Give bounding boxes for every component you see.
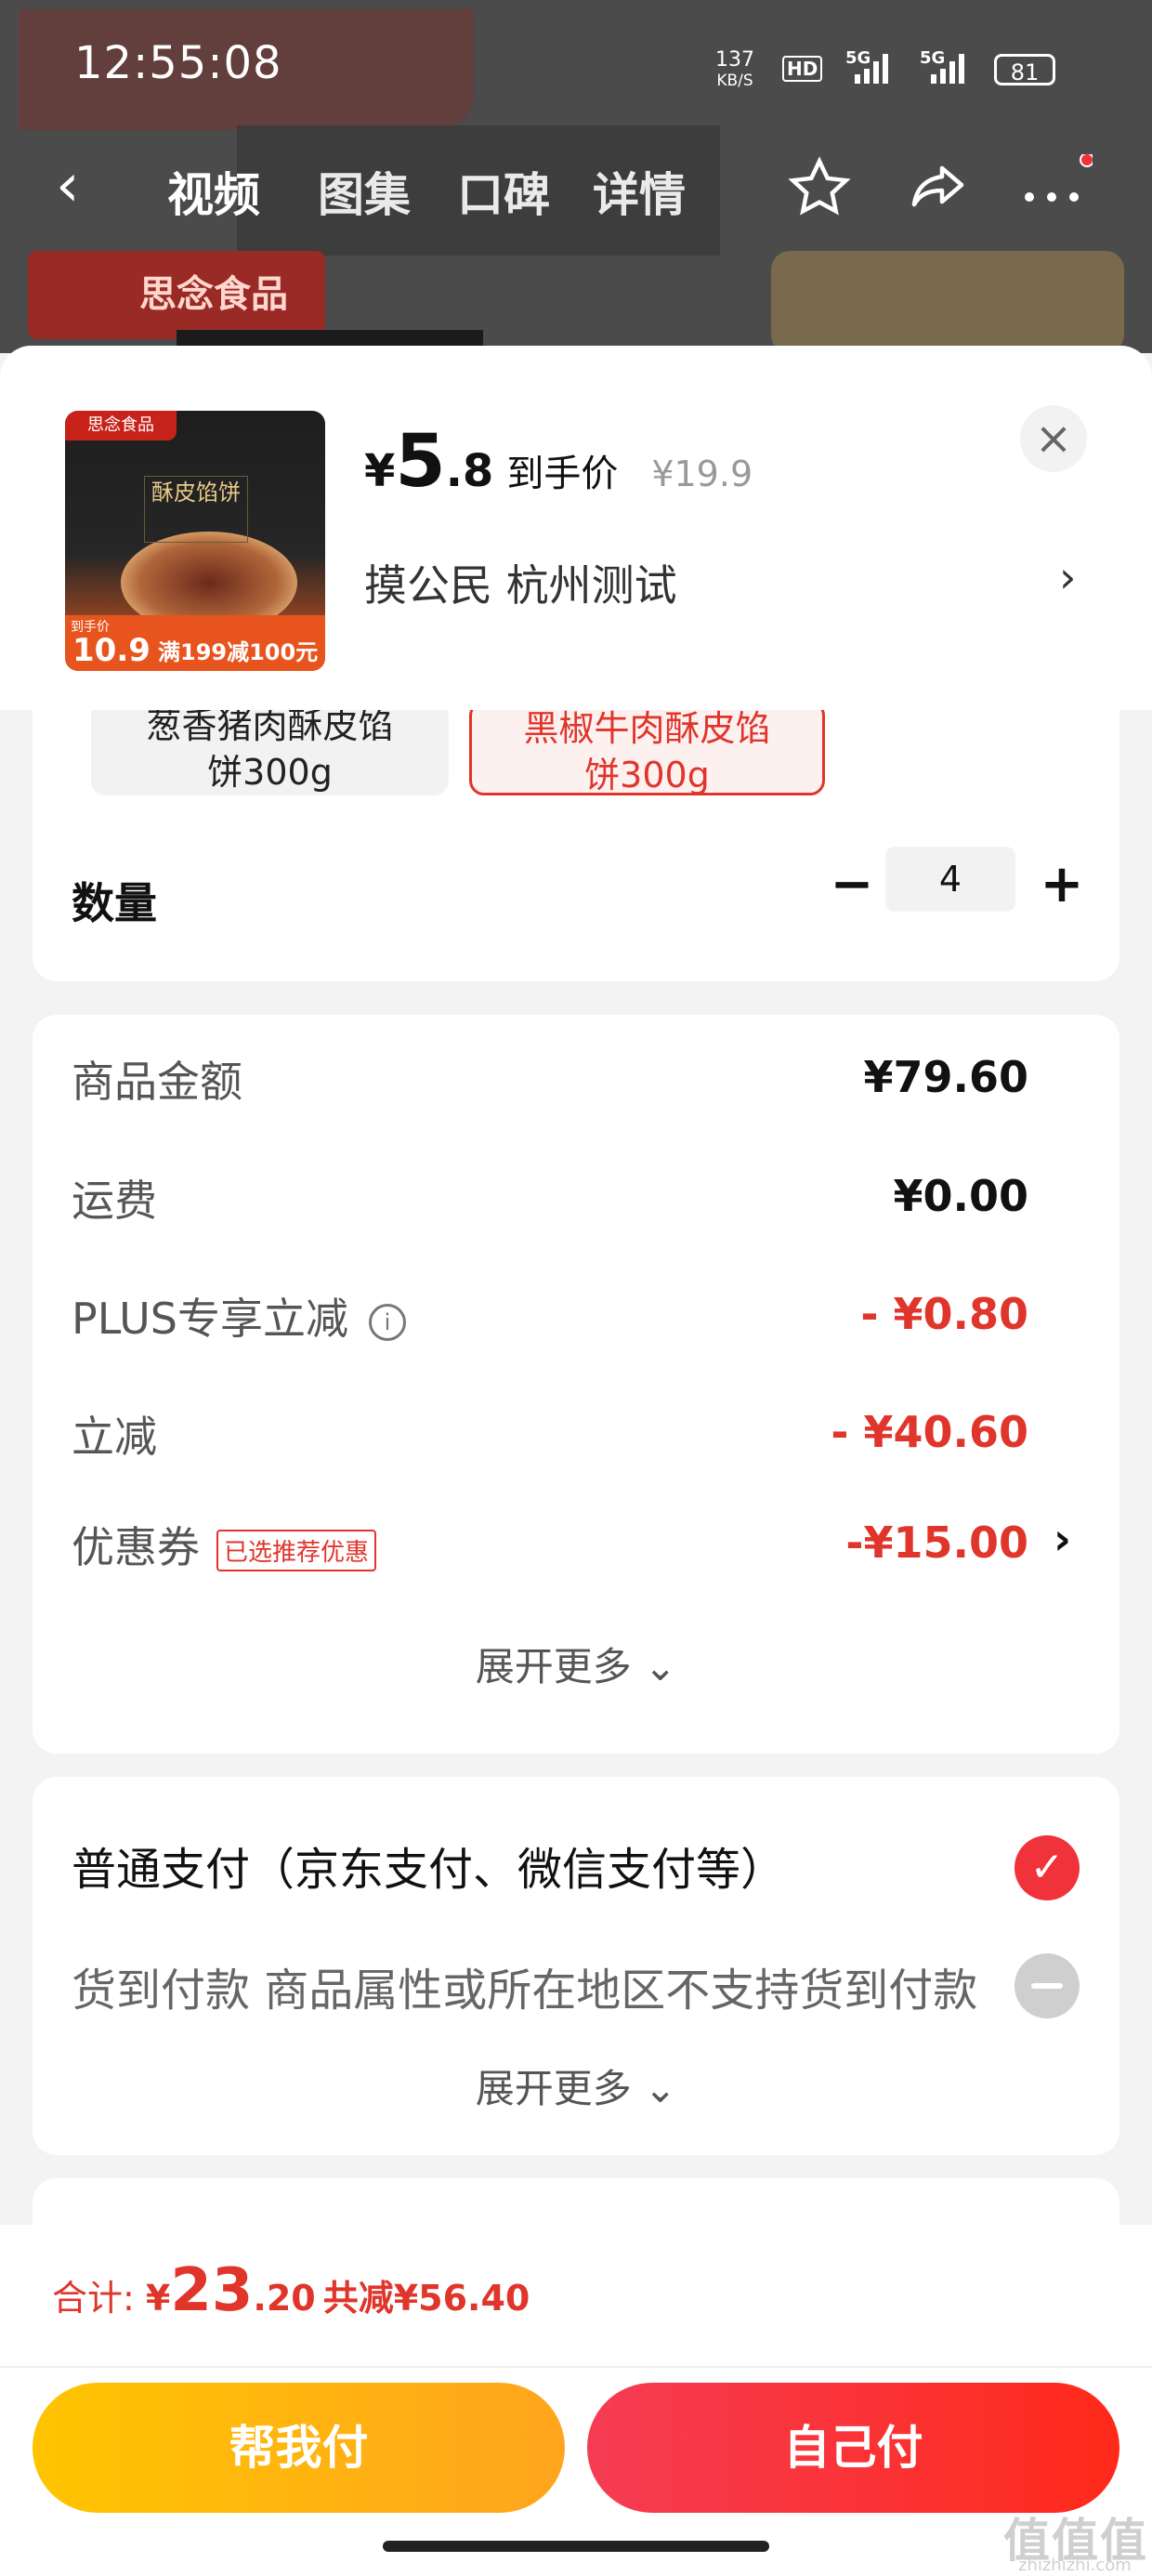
self-pay-button[interactable]: 自己付: [587, 2383, 1119, 2513]
expand-more-button[interactable]: 展开更多 ⌄: [33, 1636, 1119, 1692]
home-indicator[interactable]: [383, 2541, 769, 2552]
original-price: ¥19.9: [651, 453, 753, 494]
divider: [0, 2366, 1152, 2368]
cost-breakdown-card: 商品金额 ¥79.60 运费 ¥0.00 PLUS专享立减 i - ¥0.80 立…: [33, 1015, 1119, 1754]
brand-logo: 思念食品: [28, 251, 325, 339]
checkmark-icon[interactable]: ✓: [1015, 1835, 1080, 1900]
plus-discount-value: - ¥0.80: [860, 1289, 1028, 1339]
thumbnail-price-band: 到手价 10.9 满199减100元: [65, 615, 325, 671]
subtotal-value: ¥79.60: [863, 1052, 1028, 1102]
payment-options-card: 普通支付（京东支付、微信支付等） ✓ 货到付款 商品属性或所在地区不支持货到付款…: [33, 1777, 1119, 2155]
battery-icon: 81: [994, 54, 1055, 85]
variant-option[interactable]: 葱香猪肉酥皮馅 饼300g: [91, 710, 449, 795]
variant-label-line2: 饼300g: [584, 755, 710, 795]
close-button[interactable]: ×: [1020, 405, 1087, 472]
quantity-label: 数量: [72, 878, 157, 928]
variant-label-line1: 葱香猪肉酥皮馅: [146, 710, 394, 746]
subtotal-label: 商品金额: [72, 1057, 242, 1107]
variant-quantity-card: 葱香猪肉酥皮馅 饼300g 黑椒牛肉酥皮馅 饼300g 数量 − 4 +: [33, 710, 1119, 981]
expand-more-label: 展开更多: [475, 1644, 632, 1689]
thumbnail-title: 酥皮馅饼: [144, 476, 248, 543]
instant-discount-label: 立减: [72, 1412, 157, 1462]
price-integer: 5: [395, 420, 446, 504]
chevron-down-icon: ⌄: [644, 1644, 677, 1689]
more-icon[interactable]: [1018, 154, 1093, 221]
coupon-row[interactable]: 优惠券 已选推荐优惠: [72, 1514, 377, 1575]
total-integer: 23: [170, 2256, 254, 2325]
network-speed-value: 137: [715, 48, 754, 72]
variant-label-line2: 饼300g: [207, 752, 333, 793]
signal-icon: [855, 54, 888, 84]
network-speed-unit: KB/S: [716, 72, 753, 90]
thumbnail-price: 10.9: [72, 632, 151, 669]
tab-video[interactable]: 视频: [167, 158, 260, 225]
top-nav: ‹ 视频 图集 口碑 详情: [0, 139, 1152, 232]
food-image-blurred: [771, 251, 1124, 353]
price-label: 到手价: [506, 453, 619, 495]
signal-icon-2: [931, 54, 964, 84]
back-icon[interactable]: ‹: [56, 156, 80, 216]
coupon-tag: 已选推荐优惠: [216, 1530, 377, 1571]
selected-spec[interactable]: 摸公民 杭州测试: [364, 552, 677, 613]
quantity-input[interactable]: 4: [885, 847, 1015, 912]
instant-discount-value: - ¥40.60: [831, 1407, 1028, 1457]
status-bar: 12:55:08 137 KB/S HD 5G 5G 81: [0, 0, 1152, 130]
shipping-value: ¥0.00: [893, 1171, 1028, 1221]
price-currency: ¥: [364, 445, 396, 497]
coupon-value[interactable]: -¥15.00: [845, 1518, 1028, 1568]
expand-more-label: 展开更多: [475, 2066, 632, 2111]
share-icon[interactable]: [903, 154, 970, 221]
shipping-label: 运费: [72, 1176, 157, 1226]
total-label: 合计:: [52, 2278, 146, 2319]
watermark-url: zhizhizhi.com: [1018, 2556, 1132, 2575]
thumbnail-promo: 满199减100元: [158, 639, 319, 665]
variant-label-line1: 黑椒牛肉酥皮馅: [523, 710, 771, 749]
plus-discount-row: PLUS专享立减 i: [72, 1285, 406, 1347]
tab-gallery[interactable]: 图集: [318, 158, 411, 225]
price-decimal: .8: [445, 445, 494, 497]
network-speed: 137 KB/S: [715, 50, 754, 91]
product-summary: 思念食品 酥皮馅饼 到手价 10.9 满199减100元 ¥5.8 到手价 ¥19.…: [0, 346, 1152, 710]
plus-discount-label: PLUS专享立减: [72, 1294, 348, 1344]
status-time: 12:55:08: [74, 37, 282, 89]
help-pay-button[interactable]: 帮我付: [33, 2383, 565, 2513]
product-thumbnail: 思念食品 酥皮馅饼 到手价 10.9 满199减100元: [65, 411, 325, 671]
checkout-footer: 合计: ¥23.20 共减¥56.40 帮我付 自己付 值值值 zhizhizhi…: [0, 2225, 1152, 2576]
payment-option-cod: 货到付款 商品属性或所在地区不支持货到付款: [72, 1965, 978, 2017]
star-icon[interactable]: [786, 154, 853, 221]
payment-option-standard[interactable]: 普通支付（京东支付、微信支付等）: [72, 1833, 785, 1898]
thumbnail-brand: 思念食品: [65, 411, 177, 440]
chevron-right-icon[interactable]: ›: [1054, 1514, 1071, 1564]
info-icon[interactable]: i: [368, 1303, 406, 1341]
variant-option-selected[interactable]: 黑椒牛肉酥皮馅 饼300g: [469, 710, 825, 795]
quantity-decrease-button[interactable]: −: [824, 859, 880, 914]
total-currency: ¥: [145, 2278, 171, 2319]
coupon-label: 优惠券: [72, 1522, 200, 1572]
total-savings: 共减¥56.40: [322, 2278, 530, 2319]
order-total: 合计: ¥23.20 共减¥56.40: [52, 2256, 530, 2325]
expand-more-button[interactable]: 展开更多 ⌄: [33, 2057, 1119, 2114]
total-decimal: .20: [253, 2278, 316, 2319]
tab-details[interactable]: 详情: [593, 158, 686, 225]
tab-reviews[interactable]: 口碑: [457, 158, 550, 225]
hd-icon: HD: [782, 56, 823, 82]
quantity-increase-button[interactable]: +: [1034, 859, 1090, 914]
chevron-right-icon[interactable]: ›: [1059, 552, 1076, 602]
disabled-icon: [1015, 1953, 1080, 2018]
price-row: ¥5.8 到手价 ¥19.9: [364, 420, 753, 504]
chevron-down-icon: ⌄: [644, 2066, 677, 2111]
